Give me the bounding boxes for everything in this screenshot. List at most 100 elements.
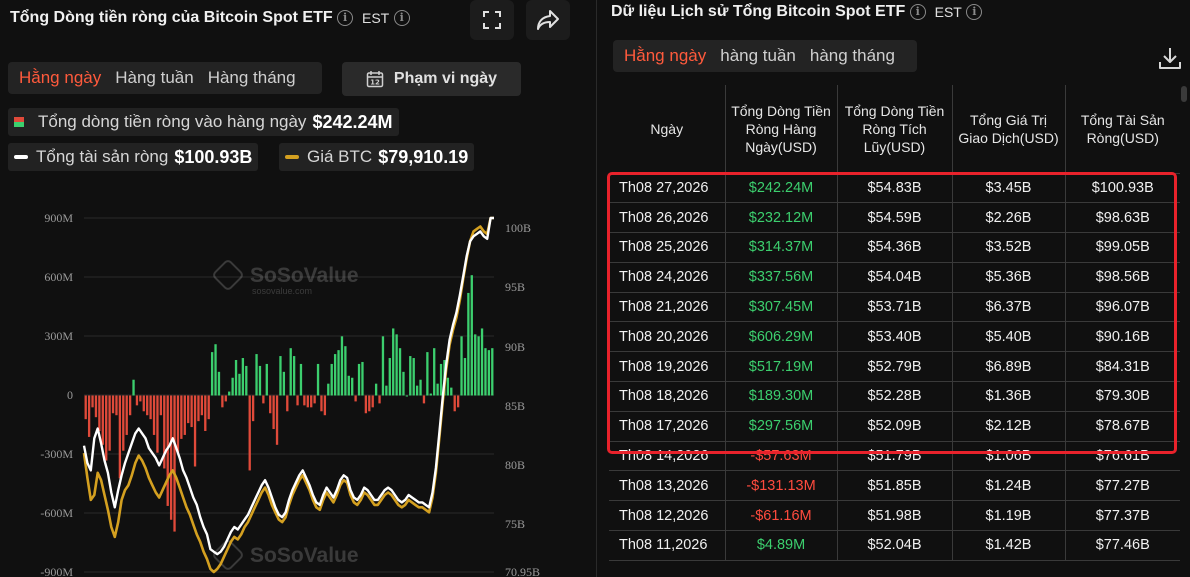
left-axis-tick: 900M: [44, 211, 73, 225]
cell-date: Th08 21,2026: [609, 292, 726, 323]
flow-bar: [282, 371, 286, 396]
flow-bar: [245, 365, 248, 396]
flow-bar: [474, 334, 477, 396]
cell-daily-flow: $517.19M: [725, 351, 838, 383]
table-row[interactable]: Th08 12,2026 -$61.16M $51.98B $1.19B $77.37B: [609, 500, 1180, 532]
flow-bar: [333, 354, 337, 396]
watermark-brand: SoSoValue: [250, 264, 359, 287]
col-header-value-traded[interactable]: Tổng Giá Trị Giao Dịch(USD): [952, 85, 1066, 174]
cell-value-traded: $3.52B: [952, 232, 1066, 263]
table-row[interactable]: Th08 24,2026 $337.56M $54.04B $5.36B $98.56B: [609, 262, 1180, 293]
cell-net-assets: $99.05B: [1065, 232, 1180, 263]
flow-bar: [330, 363, 333, 396]
cell-daily-flow: $242.24M: [725, 173, 838, 204]
cell-net-assets: $90.16B: [1065, 321, 1180, 353]
flow-bar: [279, 356, 282, 396]
table-row[interactable]: Th08 17,2026 $297.56M $52.09B $2.12B $78.67B: [609, 411, 1180, 442]
fullscreen-icon: [483, 11, 501, 29]
flow-bar: [395, 334, 398, 396]
table-row[interactable]: Th08 11,2026 $4.89M $52.04B $1.42B $77.46B: [609, 530, 1180, 561]
left-axis-tick: -300M: [40, 447, 73, 461]
history-table-wrap: Ngày Tổng Dòng Tiền Ròng Hàng Ngày(USD) …: [609, 85, 1180, 561]
flow-bar: [193, 395, 197, 467]
table-row[interactable]: Th08 26,2026 $232.12M $54.59B $2.26B $98.63B: [609, 202, 1180, 234]
col-header-cumulative-flow[interactable]: Tổng Dòng Tiền Ròng Tích Lũy(USD): [837, 85, 953, 174]
flow-bar: [105, 395, 108, 461]
tab-daily[interactable]: Hằng ngày: [12, 68, 108, 88]
cell-value-traded: $3.45B: [952, 173, 1066, 204]
legend-btc-price[interactable]: Giá BTC $79,910.19: [279, 143, 475, 171]
table-row[interactable]: Th08 19,2026 $517.19M $52.79B $6.89B $84.31B: [609, 351, 1180, 383]
info-icon[interactable]: i: [337, 9, 354, 26]
flow-bar: [337, 350, 340, 396]
flow-bar: [480, 328, 484, 396]
flow-bar: [132, 379, 135, 396]
flow-bar: [98, 395, 101, 431]
history-info-icon[interactable]: i: [909, 3, 926, 20]
flow-bar: [135, 395, 139, 406]
history-tab-monthly[interactable]: hàng tháng: [803, 46, 902, 66]
cell-date: Th08 26,2026: [609, 202, 726, 234]
table-row[interactable]: Th08 18,2026 $189.30M $52.28B $1.36B $79.30B: [609, 381, 1180, 412]
flow-bar: [275, 395, 279, 445]
col-header-date[interactable]: Ngày: [609, 85, 726, 174]
flow-bar: [217, 371, 221, 396]
col-header-net-assets[interactable]: Tổng Tài Sản Ròng(USD): [1065, 85, 1180, 174]
right-axis-tick: 85B: [505, 399, 525, 413]
legend-net-assets[interactable]: Tổng tài sản ròng $100.93B: [8, 143, 259, 171]
flow-bar: [381, 336, 385, 396]
flow-bar: [419, 379, 422, 396]
tab-weekly[interactable]: Hàng tuần: [108, 68, 200, 88]
table-row[interactable]: Th08 27,2026 $242.24M $54.83B $3.45B $100.93…: [609, 173, 1180, 204]
flow-bar: [385, 385, 388, 396]
cell-cumulative-flow: $54.36B: [837, 232, 953, 263]
flow-bar: [299, 363, 303, 396]
col-header-daily-flow[interactable]: Tổng Dòng Tiền Ròng Hàng Ngày(USD): [725, 85, 838, 174]
cell-cumulative-flow: $52.28B: [837, 381, 953, 412]
legend-daily-flow[interactable]: Tổng dòng tiền ròng vào hàng ngày $242.2…: [8, 108, 399, 136]
date-range-button[interactable]: 12 Phạm vi ngày: [342, 62, 521, 96]
timezone-info-icon[interactable]: i: [393, 9, 410, 26]
history-timezone-label: EST: [934, 3, 962, 20]
flow-bar: [241, 358, 245, 396]
flow-bar: [125, 395, 128, 435]
left-axis-tick: 0: [67, 388, 73, 402]
cell-daily-flow: -$57.63M: [725, 441, 838, 472]
tab-monthly[interactable]: Hàng tháng: [201, 68, 303, 88]
share-button[interactable]: [526, 0, 570, 40]
flow-bar: [139, 395, 142, 402]
cell-value-traded: $1.24B: [952, 470, 1066, 502]
table-row[interactable]: Th08 14,2026 -$57.63M $51.79B $1.06B $76.61B: [609, 441, 1180, 472]
table-row[interactable]: Th08 25,2026 $314.37M $54.36B $3.52B $99.05B: [609, 232, 1180, 263]
flow-bar: [405, 395, 409, 397]
table-scrollbar[interactable]: [1181, 86, 1187, 102]
flow-bar: [388, 358, 391, 396]
right-axis-tick: 100B: [505, 221, 531, 235]
flow-bar: [156, 395, 159, 453]
flow-bar: [477, 336, 480, 396]
history-tab-weekly[interactable]: hàng tuần: [713, 46, 803, 66]
cell-value-traded: $1.19B: [952, 500, 1066, 532]
flow-bar: [258, 365, 262, 396]
cell-cumulative-flow: $54.59B: [837, 202, 953, 234]
net-assets-line-swatch: [14, 155, 28, 159]
flow-bar: [115, 395, 118, 416]
cell-date: Th08 17,2026: [609, 411, 726, 442]
table-row[interactable]: Th08 21,2026 $307.45M $53.71B $6.37B $96.07B: [609, 292, 1180, 323]
flow-bar: [470, 275, 473, 396]
fullscreen-button[interactable]: [470, 0, 514, 40]
daily-flow-label: Tổng dòng tiền ròng vào hàng ngày: [38, 112, 307, 131]
flow-bar: [292, 356, 296, 396]
right-axis-tick: 80B: [505, 458, 525, 472]
history-timezone-info-icon[interactable]: i: [966, 3, 983, 20]
cell-net-assets: $98.56B: [1065, 262, 1180, 293]
share-icon: [537, 10, 559, 30]
cell-cumulative-flow: $51.79B: [837, 441, 953, 472]
history-tab-daily[interactable]: Hằng ngày: [617, 46, 713, 66]
download-icon[interactable]: [1157, 45, 1183, 71]
table-row[interactable]: Th08 20,2026 $606.29M $53.40B $5.40B $90.16B: [609, 321, 1180, 353]
cell-cumulative-flow: $54.04B: [837, 262, 953, 293]
flow-bar: [173, 395, 176, 532]
table-row[interactable]: Th08 13,2026 -$131.13M $51.85B $1.24B $77.27…: [609, 470, 1180, 502]
flow-bar: [169, 395, 173, 520]
